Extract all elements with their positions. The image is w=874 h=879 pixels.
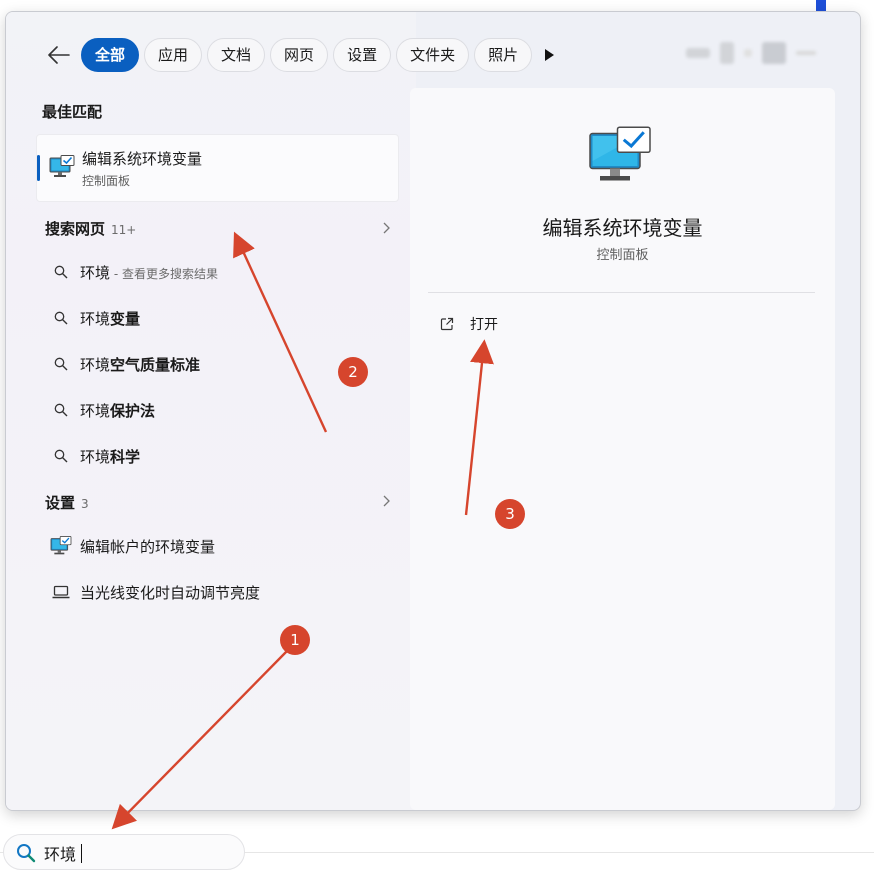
annotation-badge: 2 <box>338 357 368 387</box>
taskbar-search-input[interactable] <box>44 841 224 865</box>
annotation-badge: 3 <box>495 499 525 529</box>
settings-item[interactable]: 当光线变化时自动调节亮度 <box>50 580 260 604</box>
suggestion-bold: 保护法 <box>110 401 156 420</box>
detail-pane: 编辑系统环境变量 控制面板 打开 <box>410 88 835 810</box>
search-icon <box>17 844 36 863</box>
suggestion-hint: - 查看更多搜索结果 <box>110 266 218 281</box>
back-button[interactable] <box>42 40 76 70</box>
settings-item[interactable]: 编辑帐户的环境变量 <box>50 534 215 558</box>
suggestion-prefix: 环境 <box>80 309 111 328</box>
detail-divider <box>428 292 815 293</box>
monitor-check-icon <box>586 126 654 190</box>
tab-apps[interactable]: 应用 <box>144 38 203 72</box>
suggestion-prefix: 环境 <box>80 263 111 282</box>
chevron-right-icon[interactable] <box>381 222 391 234</box>
search-icon <box>50 403 72 417</box>
search-icon <box>50 449 72 463</box>
open-external-icon <box>440 317 454 331</box>
taskbar-search-box[interactable] <box>3 834 245 870</box>
annotation-badge: 1 <box>280 625 310 655</box>
settings-heading-label: 设置 <box>45 494 76 512</box>
detail-title: 编辑系统环境变量 <box>542 216 703 240</box>
web-search-heading[interactable]: 搜索网页 11+ <box>45 218 136 239</box>
detail-subtitle: 控制面板 <box>596 248 649 263</box>
search-icon <box>50 357 72 371</box>
suggestion-bold: 空气质量标准 <box>110 355 201 374</box>
monitor-check-icon <box>49 155 75 183</box>
tab-folders[interactable]: 文件夹 <box>396 38 470 72</box>
search-icon <box>50 265 72 279</box>
tab-photos[interactable]: 照片 <box>474 38 533 72</box>
web-suggestion-item[interactable]: 环境 - 查看更多搜索结果 <box>50 260 218 284</box>
settings-heading[interactable]: 设置 3 <box>45 492 89 513</box>
search-flyout: 全部 应用 文档 网页 设置 文件夹 照片 最佳匹配 编辑系统环境变量 控制面板… <box>5 11 861 811</box>
open-action-label: 打开 <box>470 317 498 333</box>
tab-all[interactable]: 全部 <box>81 38 140 72</box>
tab-settings[interactable]: 设置 <box>333 38 392 72</box>
best-match-heading: 最佳匹配 <box>42 103 103 121</box>
text-caret <box>81 844 82 863</box>
settings-item-label: 当光线变化时自动调节亮度 <box>80 583 261 602</box>
arrow-left-icon <box>48 46 70 64</box>
open-action[interactable]: 打开 <box>440 314 498 334</box>
web-search-heading-label: 搜索网页 <box>45 220 106 238</box>
more-filters-icon[interactable] <box>542 48 556 62</box>
best-match-item[interactable]: 编辑系统环境变量 控制面板 <box>36 134 399 202</box>
web-suggestion-item[interactable]: 环境保护法 <box>50 398 155 422</box>
monitor-check-icon <box>50 536 72 556</box>
laptop-icon <box>50 585 72 599</box>
web-suggestion-item[interactable]: 环境科学 <box>50 444 140 468</box>
web-search-count: 11+ <box>111 223 137 237</box>
web-suggestion-item[interactable]: 环境空气质量标准 <box>50 352 200 376</box>
suggestion-bold: 科学 <box>110 447 141 466</box>
account-area-blurred[interactable] <box>686 42 816 64</box>
best-match-subtitle: 控制面板 <box>82 174 131 188</box>
tab-documents[interactable]: 文档 <box>207 38 266 72</box>
settings-item-label: 编辑帐户的环境变量 <box>80 537 216 556</box>
selection-indicator <box>37 155 40 181</box>
web-suggestion-item[interactable]: 环境变量 <box>50 306 140 330</box>
tab-web[interactable]: 网页 <box>270 38 329 72</box>
suggestion-prefix: 环境 <box>80 447 111 466</box>
best-match-name: 编辑系统环境变量 <box>82 150 203 168</box>
chevron-right-icon[interactable] <box>381 495 391 507</box>
settings-count: 3 <box>81 497 89 511</box>
suggestion-bold: 变量 <box>110 309 141 328</box>
search-icon <box>50 311 72 325</box>
filter-tabs: 全部 应用 文档 网页 设置 文件夹 照片 <box>81 38 533 72</box>
suggestion-prefix: 环境 <box>80 355 111 374</box>
suggestion-prefix: 环境 <box>80 401 111 420</box>
